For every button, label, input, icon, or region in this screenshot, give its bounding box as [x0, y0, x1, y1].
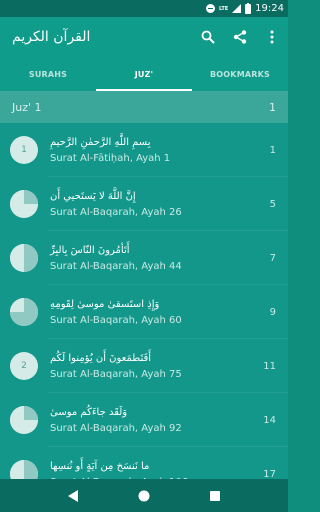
pie-filled-wedge	[24, 460, 38, 479]
overflow-menu-button[interactable]	[256, 17, 288, 57]
page-number: 11	[263, 360, 276, 372]
pie-progress-icon	[10, 460, 38, 479]
juz-header-page: 1	[269, 100, 276, 114]
ayah-reference: Surat Al-Baqarah, Ayah 44	[50, 260, 182, 272]
juz-section-header[interactable]: Juz' 1 1	[0, 91, 288, 123]
share-icon	[233, 30, 247, 44]
battery-icon	[245, 2, 252, 14]
home-icon	[138, 490, 150, 501]
juz-list: 1 بِسمِ اللَّهِ الرَّحمٰنِ الرَّحيمِ Surat…	[0, 123, 288, 479]
back-icon	[67, 489, 78, 502]
quarter-progress-icon	[10, 190, 38, 218]
share-button[interactable]	[224, 17, 256, 57]
pie-filled-wedge	[24, 244, 38, 272]
ayah-arabic-text: ما نَنسَخ مِن آيَةٍ أَو نُنسِها	[50, 460, 150, 472]
ayah-arabic-text: بِسمِ اللَّهِ الرَّحمٰنِ الرَّحيمِ	[50, 136, 151, 148]
ayah-reference: Surat Al-Baqarah, Ayah 75	[50, 368, 182, 380]
hizb-number-badge: 1	[10, 136, 38, 164]
page-number: 7	[269, 252, 276, 264]
ayah-arabic-text: وَإِذِ استَسقىٰ موسىٰ لِقَومِهِ	[50, 298, 160, 310]
ayah-arabic-text: أَتَأمُرونَ النّاسَ بِالبِرِّ	[50, 244, 130, 256]
page-number: 5	[269, 198, 276, 210]
list-item-text: وَلَقَد جاءَكُم موسىٰ Surat Al-Baqarah, A…	[50, 405, 258, 436]
tab-juz[interactable]: JUZ'	[96, 57, 192, 91]
navigation-bar	[0, 479, 288, 512]
juz-list-item[interactable]: 2 أَفَتَطمَعونَ أَن يُؤمِنوا لَكُم Surat A…	[0, 339, 288, 393]
juz-list-item[interactable]: وَلَقَد جاءَكُم موسىٰ Surat Al-Baqarah, A…	[0, 393, 288, 447]
pie-progress-icon	[10, 190, 38, 218]
list-item-text: أَفَتَطمَعونَ أَن يُؤمِنوا لَكُم Surat Al…	[50, 351, 258, 382]
juz-list-item[interactable]: إِنَّ اللَّهَ لا يَستَحيي أَن Surat Al-Ba…	[0, 177, 288, 231]
search-button[interactable]	[192, 17, 224, 57]
juz-header-label: Juz' 1	[12, 100, 42, 114]
juz-list-item[interactable]: وَإِذِ استَسقىٰ موسىٰ لِقَومِهِ Surat Al-…	[0, 285, 288, 339]
home-button[interactable]	[132, 484, 156, 508]
quarter-progress-icon	[10, 298, 38, 326]
app-bar: القرآن الكريم	[0, 17, 288, 57]
ayah-reference: Surat Al-Baqarah, Ayah 92	[50, 422, 182, 434]
pie-progress-icon	[10, 298, 38, 326]
page-number: 1	[269, 144, 276, 156]
status-time: 19:24	[255, 3, 284, 14]
list-item-text: ما نَنسَخ مِن آيَةٍ أَو نُنسِهاSurat Al-…	[50, 459, 258, 480]
page-number: 9	[269, 306, 276, 318]
hizb-number-badge: 2	[10, 352, 38, 380]
list-item-text: وَإِذِ استَسقىٰ موسىٰ لِقَومِهِ Surat Al-…	[50, 297, 258, 328]
page-number: 14	[263, 414, 276, 426]
back-button[interactable]	[61, 484, 85, 508]
tab-bookmarks[interactable]: BOOKMARKS	[192, 57, 288, 91]
list-item-text: إِنَّ اللَّهَ لا يَستَحيي أَن Surat Al-Ba…	[50, 189, 258, 220]
quarter-progress-icon	[10, 244, 38, 272]
list-item-text: أَتَأمُرونَ النّاسَ بِالبِرِّ Surat Al-Ba…	[50, 243, 258, 274]
pie-filled-wedge	[24, 406, 38, 420]
ayah-arabic-text: وَلَقَد جاءَكُم موسىٰ	[50, 406, 128, 418]
app-title: القرآن الكريم	[12, 29, 91, 45]
list-item-text: بِسمِ اللَّهِ الرَّحمٰنِ الرَّحيمِ Surat …	[50, 135, 258, 166]
pie-filled-wedge	[24, 190, 38, 204]
ayah-arabic-text: إِنَّ اللَّهَ لا يَستَحيي أَن	[50, 190, 136, 202]
tab-bar: SURAHS JUZ' BOOKMARKS	[0, 57, 288, 91]
dnd-icon	[205, 4, 215, 13]
more-vert-icon	[270, 30, 274, 44]
juz-list-item[interactable]: أَتَأمُرونَ النّاسَ بِالبِرِّ Surat Al-Ba…	[0, 231, 288, 285]
recents-icon	[209, 490, 220, 501]
recents-button[interactable]	[203, 484, 227, 508]
juz-list-item[interactable]: ما نَنسَخ مِن آيَةٍ أَو نُنسِهاSurat Al-…	[0, 447, 288, 479]
pie-progress-icon	[10, 244, 38, 272]
quarter-progress-icon	[10, 460, 38, 479]
tab-surahs[interactable]: SURAHS	[0, 57, 96, 91]
quarter-progress-icon	[10, 406, 38, 434]
ayah-reference: Surat Al-Baqarah, Ayah 26	[50, 206, 182, 218]
ayah-reference: Surat Al-Baqarah, Ayah 60	[50, 314, 182, 326]
signal-icon	[232, 4, 242, 13]
search-icon	[201, 30, 215, 44]
page-number: 17	[263, 468, 276, 480]
ayah-reference: Surat Al-Fātiḥah, Ayah 1	[50, 152, 171, 164]
lte-label: LTE	[218, 5, 229, 12]
status-bar: LTE 19:24	[0, 0, 288, 17]
pie-progress-icon	[10, 406, 38, 434]
ayah-arabic-text: أَفَتَطمَعونَ أَن يُؤمِنوا لَكُم	[50, 352, 152, 364]
juz-list-item[interactable]: 1 بِسمِ اللَّهِ الرَّحمٰنِ الرَّحيمِ Surat…	[0, 123, 288, 177]
